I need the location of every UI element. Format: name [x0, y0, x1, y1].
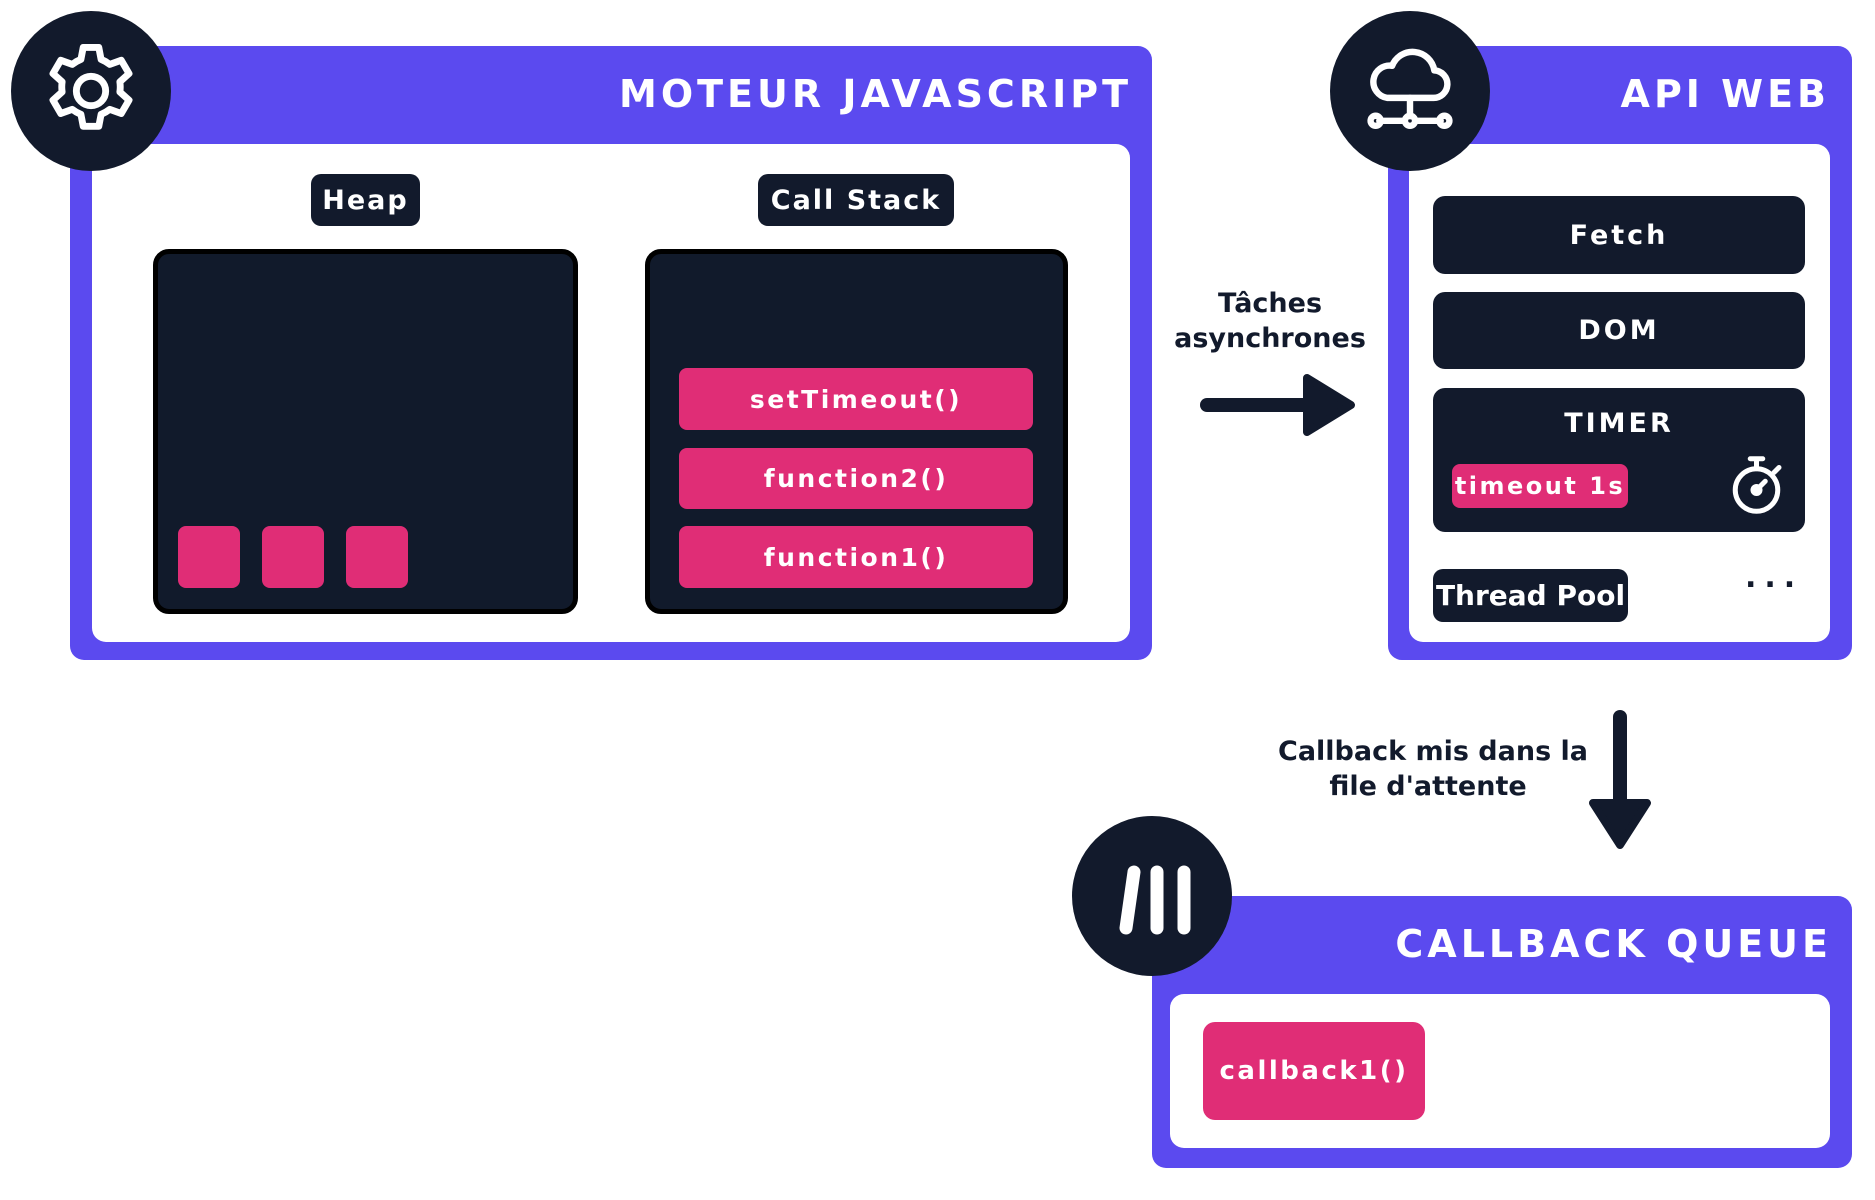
stack-frame-function2: function2(): [679, 448, 1033, 509]
gear-icon: [49, 44, 133, 130]
stack-frame-settimeout: setTimeout(): [679, 368, 1033, 430]
api-timer: TIMER timeout 1s: [1433, 388, 1805, 532]
heap-box: [153, 249, 578, 614]
callback-caption-line2: file d'attente: [1329, 771, 1527, 802]
callback-caption-line1: Callback mis dans la: [1278, 736, 1589, 767]
heap-object: [346, 526, 408, 588]
thread-pool-label: Thread Pool: [1433, 569, 1628, 622]
timeout-pill: timeout 1s: [1452, 464, 1628, 508]
cloud-network-icon: [1367, 48, 1453, 130]
timer-label: TIMER: [1564, 408, 1674, 439]
async-caption-line1: Tâches: [1217, 288, 1323, 319]
async-tasks-caption: Tâches asynchrones: [1170, 286, 1370, 356]
queue-item-callback1: callback1(): [1203, 1022, 1425, 1120]
js-engine-title: MOTEUR JAVASCRIPT: [619, 72, 1132, 116]
api-fetch: Fetch: [1433, 196, 1805, 274]
queue-bars-icon: [1119, 865, 1191, 935]
gear-badge: [11, 11, 171, 171]
callback-queue-title: CALLBACK QUEUE: [1395, 922, 1832, 966]
callback-caption: Callback mis dans la file d'attente: [1278, 734, 1589, 804]
cloud-badge: [1330, 11, 1490, 171]
heap-object: [178, 526, 240, 588]
stopwatch-icon: [1732, 456, 1782, 514]
async-caption-line2: asynchrones: [1174, 323, 1366, 354]
queue-badge: [1072, 816, 1232, 976]
api-dom: DOM: [1433, 292, 1805, 369]
web-api-title: API WEB: [1620, 72, 1830, 116]
arrow-right-icon: [1200, 374, 1355, 436]
call-stack-label: Call Stack: [758, 174, 954, 226]
heap-label: Heap: [311, 174, 420, 226]
call-stack-box: setTimeout() function2() function1(): [645, 249, 1068, 614]
stack-frame-function1: function1(): [679, 526, 1033, 588]
arrow-down-icon: [1589, 710, 1651, 849]
more-ellipsis: ...: [1745, 560, 1804, 595]
heap-object: [262, 526, 324, 588]
